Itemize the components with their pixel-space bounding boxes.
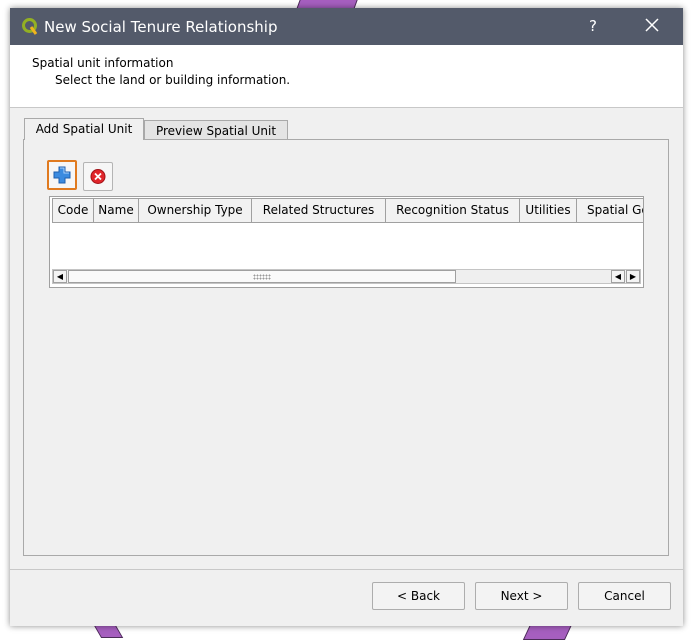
close-icon[interactable] (644, 17, 660, 33)
column-header-ownership-type[interactable]: Ownership Type (139, 198, 252, 223)
tab-preview-spatial-unit[interactable]: Preview Spatial Unit (144, 120, 288, 140)
tab-add-spatial-unit[interactable]: Add Spatial Unit (24, 118, 144, 140)
scroll-right-button[interactable]: ▶ (626, 270, 640, 283)
scrollbar-thumb[interactable] (68, 270, 456, 283)
scroll-left-button-secondary[interactable]: ◀ (611, 270, 625, 283)
dialog-window: New Social Tenure Relationship ? Spatial… (10, 8, 683, 626)
grip-icon (253, 274, 271, 280)
scroll-left-button[interactable]: ◀ (53, 270, 67, 283)
wizard-header: Spatial unit information Select the land… (10, 45, 683, 108)
column-header-related-structures[interactable]: Related Structures (252, 198, 386, 223)
horizontal-scrollbar[interactable]: ◀ ◀ ▶ (52, 269, 641, 284)
footer-divider (10, 569, 683, 570)
back-button[interactable]: < Back (372, 582, 465, 610)
spatial-unit-table[interactable]: Code Name Ownership Type Related Structu… (49, 196, 644, 288)
column-header-recognition-status[interactable]: Recognition Status (386, 198, 520, 223)
column-header-utilities[interactable]: Utilities (520, 198, 577, 223)
remove-button[interactable] (83, 162, 113, 191)
cancel-button[interactable]: Cancel (578, 582, 671, 610)
window-title: New Social Tenure Relationship (44, 18, 278, 36)
column-header-name[interactable]: Name (94, 198, 139, 223)
next-button[interactable]: Next > (475, 582, 568, 610)
page-title: Spatial unit information (32, 56, 174, 70)
page-subtitle: Select the land or building information. (55, 73, 291, 87)
help-button[interactable]: ? (589, 17, 597, 35)
column-header-spatial-geometry[interactable]: Spatial Ge (577, 198, 643, 223)
add-button[interactable] (47, 160, 77, 190)
column-header-code[interactable]: Code (52, 198, 94, 223)
qgis-logo-icon (22, 18, 38, 36)
title-bar[interactable]: New Social Tenure Relationship ? (10, 8, 683, 45)
